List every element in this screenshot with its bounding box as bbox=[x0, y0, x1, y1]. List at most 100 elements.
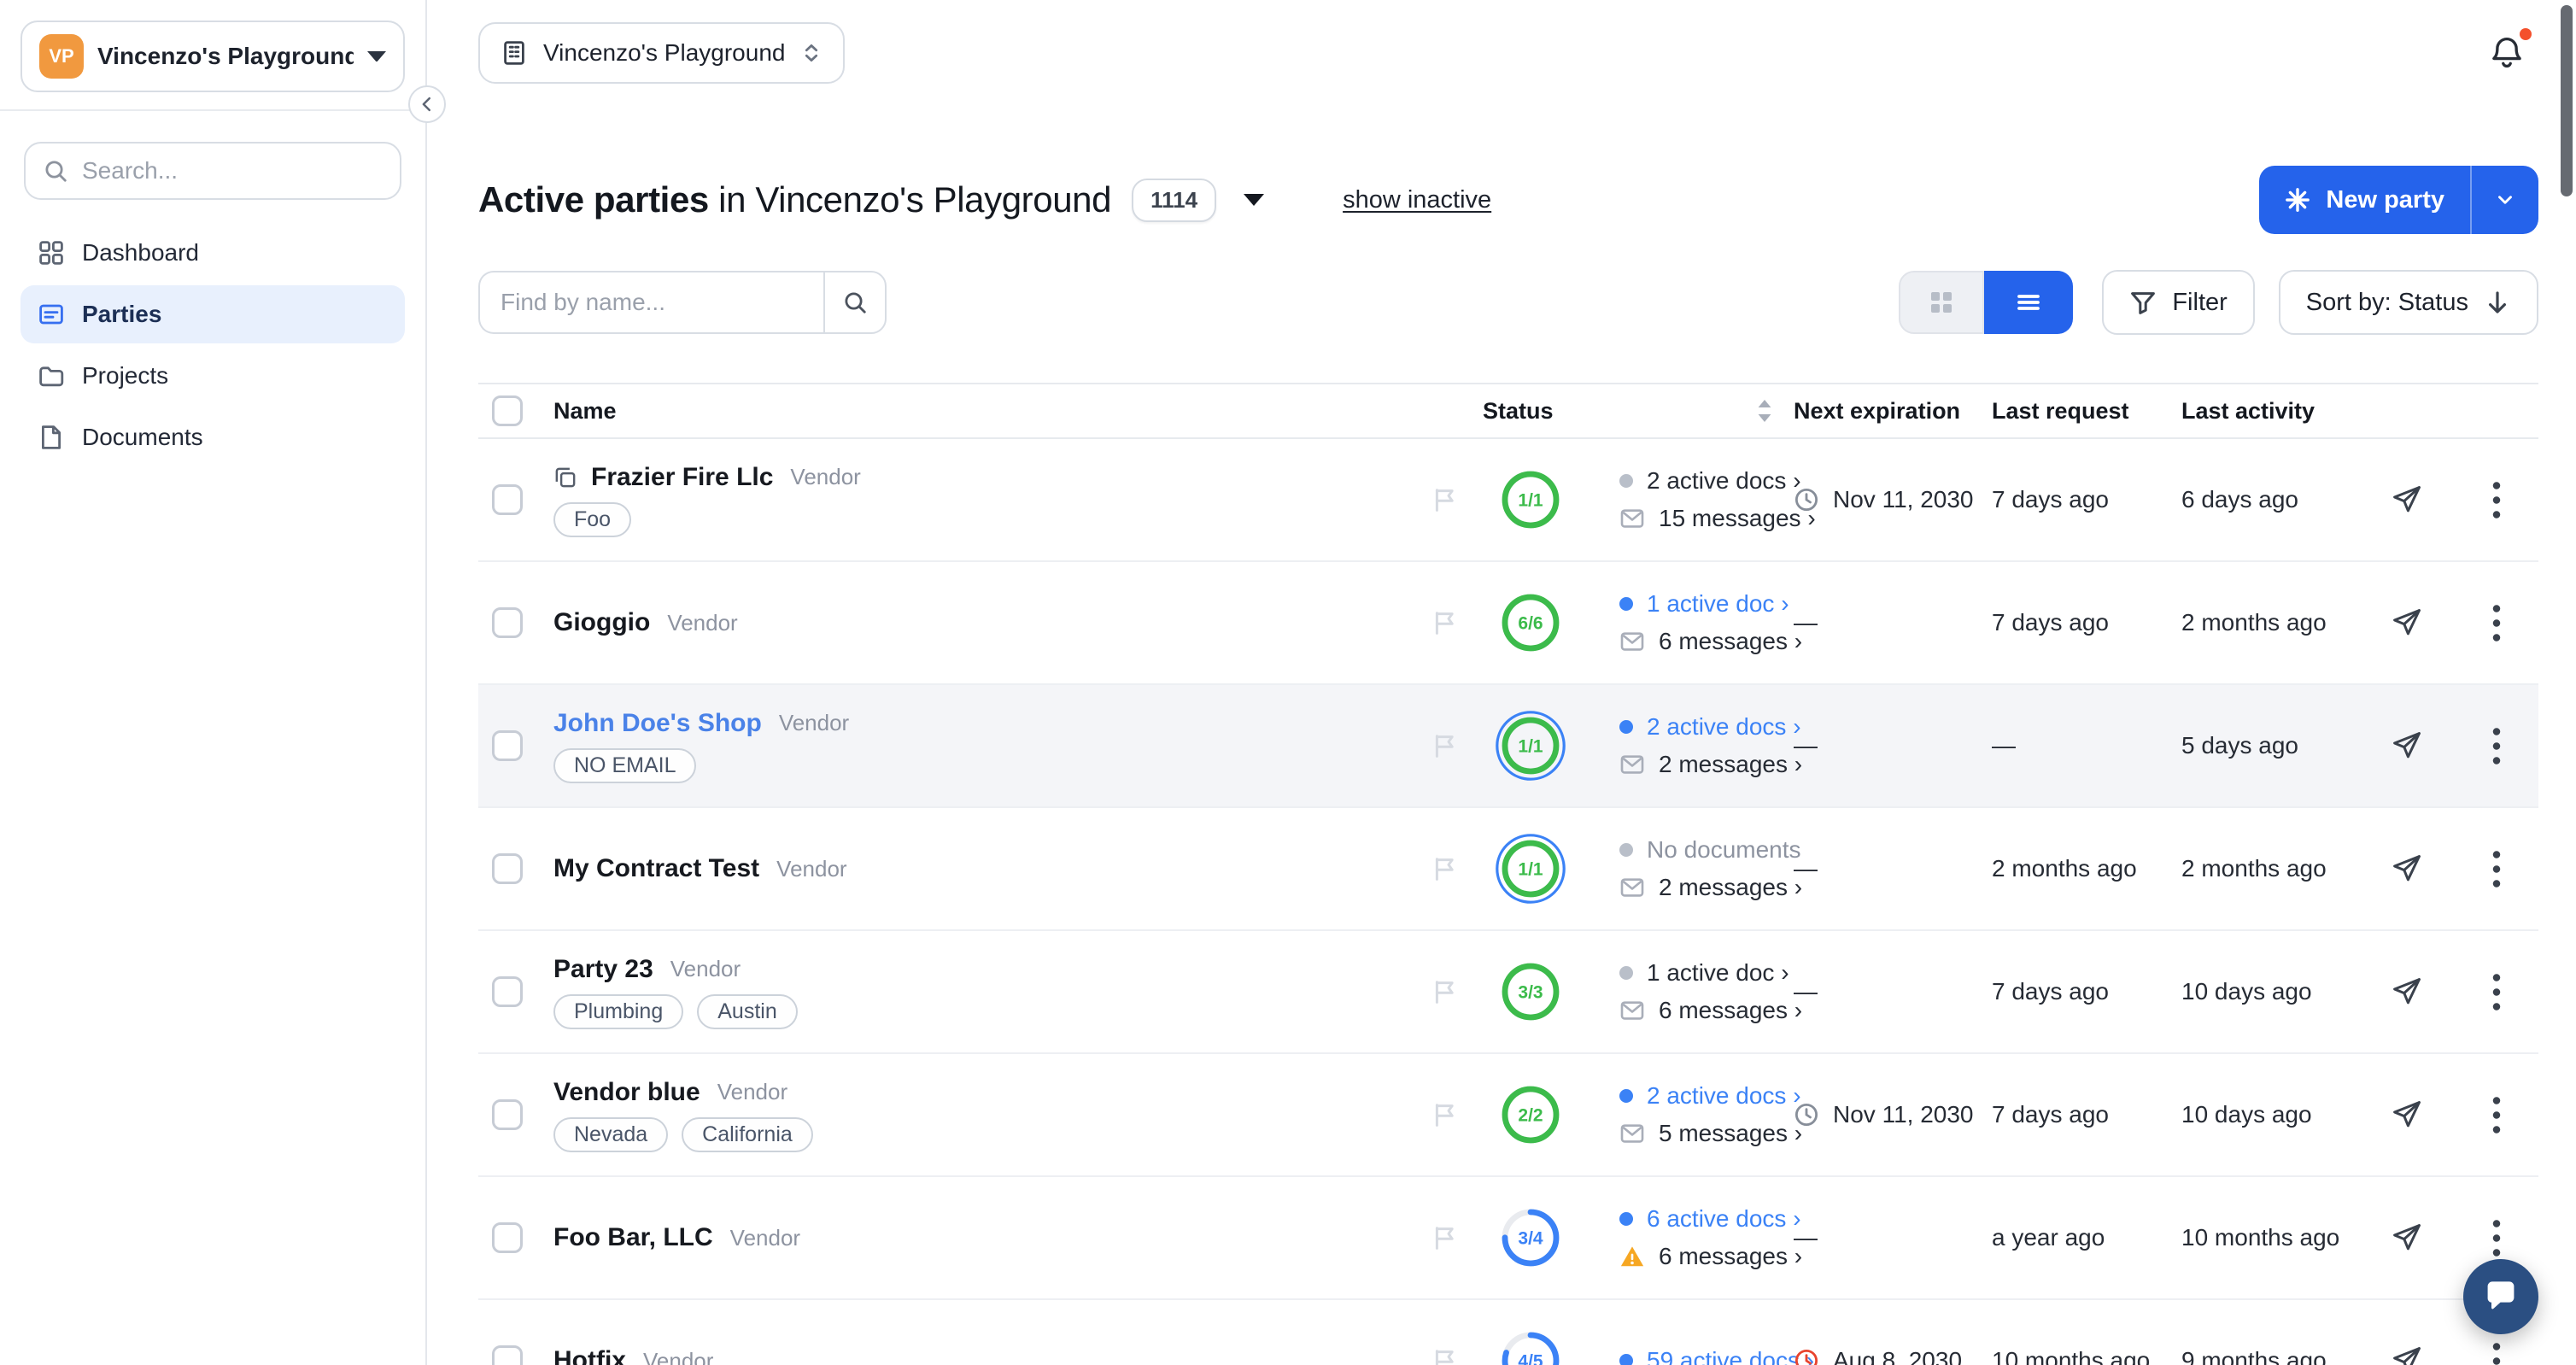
sidebar-item-projects[interactable]: Projects bbox=[20, 347, 405, 405]
party-name[interactable]: Vendor blue bbox=[553, 1078, 700, 1107]
flag-icon[interactable] bbox=[1431, 609, 1459, 636]
row-checkbox[interactable] bbox=[492, 976, 523, 1007]
progress-ring[interactable]: 1/1 bbox=[1495, 833, 1566, 905]
row-checkbox[interactable] bbox=[492, 1222, 523, 1253]
column-header-status[interactable]: Status bbox=[1414, 398, 1794, 425]
active-docs-link[interactable]: No documents bbox=[1647, 836, 1801, 864]
row-checkbox[interactable] bbox=[492, 1099, 523, 1130]
filter-button[interactable]: Filter bbox=[2102, 270, 2254, 335]
messages-link[interactable]: 2 messages › bbox=[1659, 874, 1802, 901]
sidebar-item-documents[interactable]: Documents bbox=[20, 408, 405, 466]
flag-icon[interactable] bbox=[1431, 1224, 1459, 1251]
search-input[interactable] bbox=[82, 157, 383, 185]
table-row[interactable]: HotfixVendor4/559 active docs ›Aug 8, 20… bbox=[478, 1300, 2538, 1365]
table-row[interactable]: Foo Bar, LLCVendor3/46 active docs ›6 me… bbox=[478, 1177, 2538, 1300]
party-name[interactable]: John Doe's Shop bbox=[553, 709, 762, 738]
find-by-name-input[interactable] bbox=[478, 271, 823, 334]
collapse-sidebar-button[interactable] bbox=[408, 85, 446, 123]
tag[interactable]: Austin bbox=[697, 994, 797, 1029]
active-docs-link[interactable]: 1 active doc › bbox=[1647, 590, 1789, 618]
active-docs-link[interactable]: 6 active docs › bbox=[1647, 1205, 1801, 1233]
party-name[interactable]: Hotfix bbox=[553, 1346, 626, 1365]
flag-icon[interactable] bbox=[1431, 486, 1459, 513]
new-party-dropdown-button[interactable] bbox=[2470, 166, 2538, 234]
progress-ring[interactable]: 1/1 bbox=[1495, 710, 1566, 782]
party-name[interactable]: Gioggio bbox=[553, 608, 650, 637]
send-reminder-button[interactable] bbox=[2392, 976, 2422, 1007]
progress-ring[interactable]: 3/3 bbox=[1495, 956, 1566, 1028]
row-menu-button[interactable] bbox=[2492, 973, 2501, 1011]
column-header-name[interactable]: Name bbox=[553, 398, 1414, 425]
flag-icon[interactable] bbox=[1431, 1101, 1459, 1128]
show-inactive-link[interactable]: show inactive bbox=[1343, 186, 1491, 214]
row-checkbox[interactable] bbox=[492, 484, 523, 515]
progress-ring[interactable]: 3/4 bbox=[1495, 1202, 1566, 1274]
row-menu-button[interactable] bbox=[2492, 1096, 2501, 1134]
row-menu-button[interactable] bbox=[2492, 727, 2501, 765]
progress-ring[interactable]: 1/1 bbox=[1495, 464, 1566, 536]
row-menu-button[interactable] bbox=[2492, 1342, 2501, 1365]
row-menu-button[interactable] bbox=[2492, 850, 2501, 888]
send-reminder-button[interactable] bbox=[2392, 853, 2422, 884]
messages-link[interactable]: 2 messages › bbox=[1659, 751, 1802, 778]
flag-icon[interactable] bbox=[1431, 732, 1459, 759]
list-view-button[interactable] bbox=[1984, 271, 2073, 334]
tag[interactable]: Foo bbox=[553, 502, 631, 537]
messages-link[interactable]: 6 messages › bbox=[1659, 628, 1802, 655]
row-checkbox[interactable] bbox=[492, 730, 523, 761]
column-header-last-activity[interactable]: Last activity bbox=[2181, 398, 2374, 425]
table-row[interactable]: Frazier Fire LlcVendorFoo1/12 active doc… bbox=[478, 439, 2538, 562]
select-all-checkbox[interactable] bbox=[492, 395, 523, 426]
chat-launcher-button[interactable] bbox=[2463, 1259, 2538, 1334]
table-row[interactable]: John Doe's ShopVendorNO EMAIL1/12 active… bbox=[478, 685, 2538, 808]
progress-ring[interactable]: 6/6 bbox=[1495, 587, 1566, 659]
sidebar-item-parties[interactable]: Parties bbox=[20, 285, 405, 343]
scrollbar-thumb[interactable] bbox=[2561, 5, 2573, 196]
find-search-button[interactable] bbox=[823, 271, 887, 334]
active-docs-link[interactable]: 2 active docs › bbox=[1647, 1082, 1801, 1110]
messages-link[interactable]: 15 messages › bbox=[1659, 505, 1816, 532]
messages-link[interactable]: 5 messages › bbox=[1659, 1120, 1802, 1147]
party-name[interactable]: Frazier Fire Llc bbox=[591, 463, 773, 492]
row-menu-button[interactable] bbox=[2492, 1219, 2501, 1257]
progress-ring[interactable]: 4/5 bbox=[1495, 1325, 1566, 1365]
sort-button[interactable]: Sort by: Status bbox=[2279, 270, 2538, 335]
active-docs-link[interactable]: 1 active doc › bbox=[1647, 959, 1789, 987]
tag[interactable]: Plumbing bbox=[553, 994, 683, 1029]
row-menu-button[interactable] bbox=[2492, 604, 2501, 642]
active-docs-link[interactable]: 2 active docs › bbox=[1647, 467, 1801, 495]
party-name[interactable]: Foo Bar, LLC bbox=[553, 1223, 713, 1252]
flag-icon[interactable] bbox=[1431, 1347, 1459, 1365]
title-caret-icon[interactable] bbox=[1244, 194, 1264, 206]
table-row[interactable]: GioggioVendor6/61 active doc ›6 messages… bbox=[478, 562, 2538, 685]
grid-view-button[interactable] bbox=[1899, 271, 1984, 334]
column-header-last-request[interactable]: Last request bbox=[1992, 398, 2181, 425]
tag[interactable]: Nevada bbox=[553, 1117, 668, 1152]
send-reminder-button[interactable] bbox=[2392, 1345, 2422, 1365]
send-reminder-button[interactable] bbox=[2392, 484, 2422, 515]
send-reminder-button[interactable] bbox=[2392, 730, 2422, 761]
send-reminder-button[interactable] bbox=[2392, 1222, 2422, 1253]
table-row[interactable]: My Contract TestVendor1/1No documents2 m… bbox=[478, 808, 2538, 931]
flag-icon[interactable] bbox=[1431, 855, 1459, 882]
sidebar-search[interactable] bbox=[24, 142, 401, 200]
tag[interactable]: California bbox=[682, 1117, 813, 1152]
new-party-button[interactable]: New party bbox=[2259, 166, 2470, 234]
party-name[interactable]: Party 23 bbox=[553, 955, 653, 984]
messages-link[interactable]: 6 messages › bbox=[1659, 997, 1802, 1024]
row-checkbox[interactable] bbox=[492, 1345, 523, 1365]
flag-icon[interactable] bbox=[1431, 978, 1459, 1005]
table-row[interactable]: Vendor blueVendorNevadaCalifornia2/22 ac… bbox=[478, 1054, 2538, 1177]
table-row[interactable]: Party 23VendorPlumbingAustin3/31 active … bbox=[478, 931, 2538, 1054]
workspace-selector[interactable]: Vincenzo's Playground bbox=[478, 22, 845, 84]
row-menu-button[interactable] bbox=[2492, 481, 2501, 519]
sort-arrows-icon[interactable] bbox=[1756, 399, 1773, 423]
tag[interactable]: NO EMAIL bbox=[553, 748, 696, 783]
send-reminder-button[interactable] bbox=[2392, 607, 2422, 638]
notifications-button[interactable] bbox=[2485, 32, 2528, 74]
active-docs-link[interactable]: 59 active docs › bbox=[1647, 1347, 1814, 1365]
party-name[interactable]: My Contract Test bbox=[553, 854, 759, 883]
active-docs-link[interactable]: 2 active docs › bbox=[1647, 713, 1801, 741]
row-checkbox[interactable] bbox=[492, 853, 523, 884]
column-header-next-expiration[interactable]: Next expiration bbox=[1794, 398, 1992, 425]
